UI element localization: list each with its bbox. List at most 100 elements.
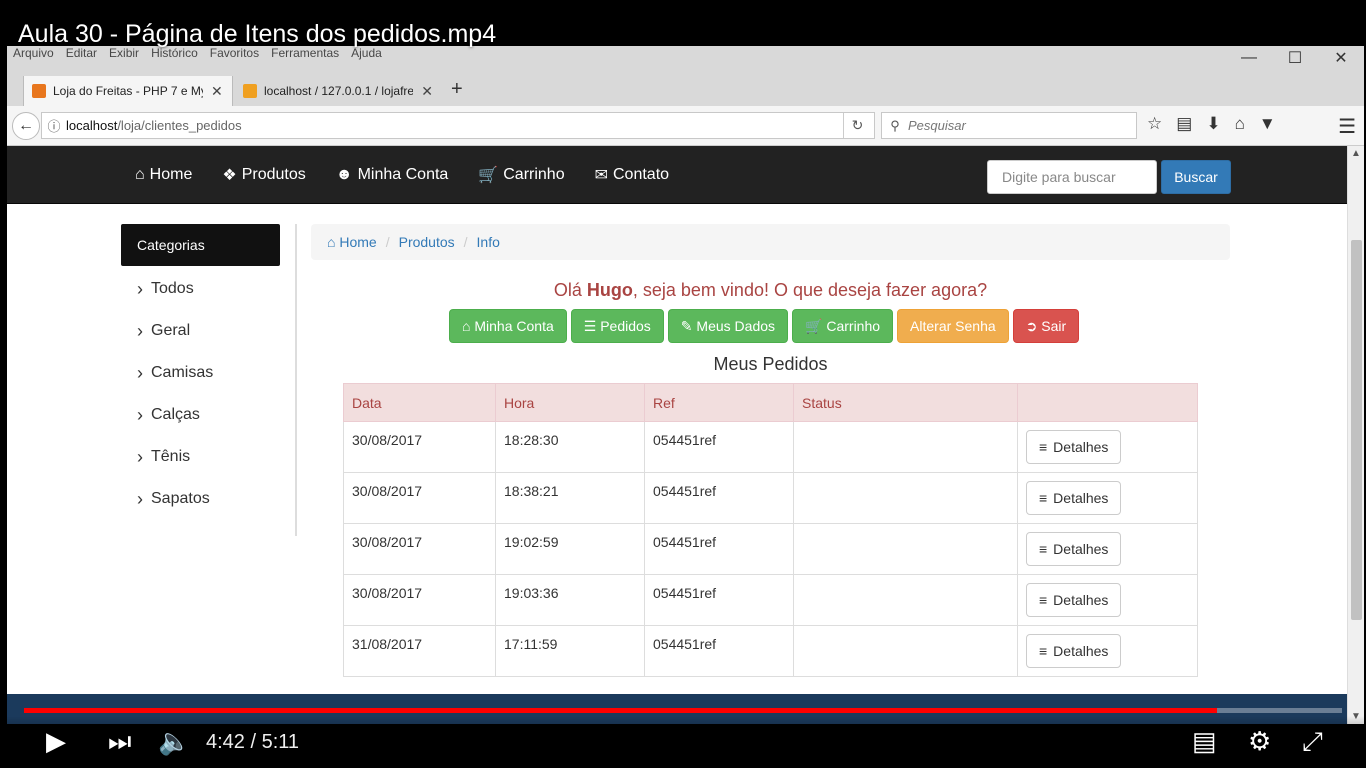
volume-icon[interactable]: 🔈 bbox=[158, 726, 190, 757]
category-item[interactable]: › Geral bbox=[137, 310, 213, 352]
detalhes-label: Detalhes bbox=[1053, 490, 1109, 506]
home-browser-icon[interactable]: ⌂ bbox=[1235, 114, 1245, 134]
home-icon: ⌂ bbox=[462, 318, 475, 334]
nav-contato[interactable]: ✉ Contato bbox=[595, 165, 669, 185]
cell-status bbox=[793, 472, 1018, 524]
close-window-icon[interactable]: ✕ bbox=[1318, 46, 1364, 70]
site-search-input[interactable]: Digite para buscar bbox=[987, 160, 1157, 194]
nav-minha-conta-label: Minha Conta bbox=[357, 166, 449, 183]
edit-icon: ✎ bbox=[680, 317, 697, 334]
pedidos-button[interactable]: ☰ Pedidos bbox=[570, 309, 664, 343]
close-tab-icon[interactable]: ✕ bbox=[211, 83, 223, 100]
video-title: Aula 30 - Página de Itens dos pedidos.mp… bbox=[18, 20, 497, 48]
new-tab-icon[interactable]: + bbox=[451, 78, 463, 101]
category-label: Geral bbox=[151, 322, 191, 339]
video-controls: ▶ ⏭ 🔈 4:42 / 5:11 ▤ ⚙ ⤢ bbox=[0, 716, 1366, 768]
exit-fullscreen-icon[interactable]: ⤢ bbox=[1302, 726, 1323, 758]
browser-search-input[interactable]: ⚲ Pesquisar bbox=[881, 112, 1137, 139]
detalhes-button[interactable]: ≡ Detalhes bbox=[1026, 481, 1122, 515]
user-icon: ☻ bbox=[335, 166, 353, 183]
info-icon[interactable]: ⓘ bbox=[42, 116, 66, 135]
button-label: Alterar Senha bbox=[910, 318, 996, 334]
alterar-senha-button[interactable]: Alterar Senha bbox=[897, 309, 1009, 343]
button-label: Carrinho bbox=[826, 318, 881, 334]
breadcrumb-separator: / bbox=[463, 234, 468, 250]
list-icon: ≡ bbox=[1039, 592, 1048, 608]
detalhes-button[interactable]: ≡ Detalhes bbox=[1026, 583, 1122, 617]
envelope-icon: ✉ bbox=[594, 167, 608, 184]
nav-contato-label: Contato bbox=[613, 166, 670, 183]
browser-menu-icon[interactable]: ☰ bbox=[1338, 114, 1356, 139]
greeting-suffix: , seja bem vindo! O que deseja fazer ago… bbox=[632, 280, 988, 300]
carrinho-button[interactable]: 🛒 Carrinho bbox=[792, 309, 894, 343]
vertical-scrollbar[interactable]: ▲ ▼ bbox=[1347, 146, 1364, 724]
category-item[interactable]: › Sapatos bbox=[137, 478, 213, 520]
sair-button[interactable]: ➲ Sair bbox=[1012, 309, 1080, 343]
address-bar[interactable]: ⓘ localhost/loja/clientes_pedidos bbox=[41, 112, 875, 139]
video-timecode: 4:42 / 5:11 bbox=[206, 731, 300, 753]
bookmark-star-icon[interactable]: ☆ bbox=[1147, 114, 1162, 134]
scrollbar-thumb[interactable] bbox=[1351, 240, 1362, 620]
settings-gear-icon[interactable]: ⚙ bbox=[1248, 726, 1271, 757]
minimize-icon[interactable]: — bbox=[1226, 46, 1272, 70]
detalhes-button[interactable]: ≡ Detalhes bbox=[1026, 430, 1122, 464]
breadcrumb-info[interactable]: Info bbox=[477, 234, 500, 250]
column-header-status: Status bbox=[793, 383, 1018, 422]
play-icon[interactable]: ▶ bbox=[46, 726, 66, 757]
minha-conta-button[interactable]: ⌂ Minha Conta bbox=[449, 309, 567, 343]
cell-hora: 17:11:59 bbox=[495, 625, 645, 677]
list-icon: ≡ bbox=[1039, 643, 1048, 659]
cell-status bbox=[793, 574, 1018, 626]
category-item[interactable]: › Calças bbox=[137, 394, 213, 436]
detalhes-label: Detalhes bbox=[1053, 439, 1109, 455]
next-icon[interactable]: ⏭ bbox=[108, 726, 131, 758]
back-arrow-icon[interactable]: ← bbox=[12, 112, 40, 140]
reading-list-icon[interactable]: ▤ bbox=[1176, 114, 1192, 134]
scroll-up-icon[interactable]: ▲ bbox=[1351, 148, 1361, 159]
nav-minha-conta[interactable]: ☻ Minha Conta bbox=[336, 166, 449, 184]
cell-status bbox=[793, 421, 1018, 473]
browser-tab-loja[interactable]: Loja do Freitas - PHP 7 e My ✕ bbox=[23, 76, 233, 106]
meus-dados-button[interactable]: ✎ Meus Dados bbox=[667, 309, 789, 343]
reload-icon[interactable]: ↻ bbox=[843, 113, 871, 138]
cell-data: 30/08/2017 bbox=[343, 574, 496, 626]
breadcrumb-produtos[interactable]: Produtos bbox=[399, 234, 455, 250]
table-header-row: Data Hora Ref Status bbox=[343, 383, 1198, 422]
video-progress-bar[interactable] bbox=[24, 708, 1342, 713]
table-row: 31/08/2017 17:11:59 054451ref ≡ Detalhes bbox=[343, 625, 1198, 677]
category-item[interactable]: › Tênis bbox=[137, 436, 213, 478]
search-icon: ⚲ bbox=[890, 117, 900, 133]
category-label: Tênis bbox=[151, 448, 191, 465]
maximize-icon[interactable]: ☐ bbox=[1272, 46, 1318, 70]
nav-produtos[interactable]: ❖ Produtos bbox=[222, 165, 305, 185]
subtitles-icon[interactable]: ▤ bbox=[1192, 726, 1217, 757]
category-item[interactable]: › Todos bbox=[137, 268, 213, 310]
cell-hora: 18:38:21 bbox=[495, 472, 645, 524]
breadcrumb-home[interactable]: ⌂ Home bbox=[327, 234, 377, 250]
cell-ref: 054451ref bbox=[644, 625, 794, 677]
cell-actions: ≡ Detalhes bbox=[1017, 472, 1198, 524]
nav-carrinho[interactable]: 🛒 Carrinho bbox=[478, 165, 564, 185]
breadcrumb-separator: / bbox=[385, 234, 390, 250]
detalhes-button[interactable]: ≡ Detalhes bbox=[1026, 532, 1122, 566]
cell-data: 30/08/2017 bbox=[343, 523, 496, 575]
button-label: Minha Conta bbox=[474, 318, 554, 334]
categories-heading: Categorias bbox=[121, 224, 280, 266]
phpmyadmin-favicon-icon bbox=[243, 84, 257, 98]
pocket-icon[interactable]: ▼ bbox=[1259, 114, 1276, 134]
close-tab-icon[interactable]: ✕ bbox=[421, 83, 433, 100]
category-item[interactable]: › Camisas bbox=[137, 352, 213, 394]
cell-hora: 19:03:36 bbox=[495, 574, 645, 626]
category-list: › Todos › Geral › Camisas › Calças › Tênis › Sapato… bbox=[137, 268, 213, 520]
table-row: 30/08/2017 19:03:36 054451ref ≡ Detalhes bbox=[343, 574, 1198, 626]
url-path: /loja/clientes_pedidos bbox=[117, 118, 242, 133]
cell-actions: ≡ Detalhes bbox=[1017, 625, 1198, 677]
video-progress-played bbox=[24, 708, 1217, 713]
nav-home[interactable]: ⌂ Home bbox=[135, 166, 192, 184]
detalhes-button[interactable]: ≡ Detalhes bbox=[1026, 634, 1122, 668]
detalhes-label: Detalhes bbox=[1053, 592, 1109, 608]
search-button[interactable]: Buscar bbox=[1161, 160, 1231, 194]
download-icon[interactable]: ⬇ bbox=[1206, 114, 1220, 134]
chevron-right-icon: › bbox=[137, 320, 143, 341]
browser-tab-phpmyadmin[interactable]: localhost / 127.0.0.1 / lojafre ✕ bbox=[235, 76, 441, 106]
